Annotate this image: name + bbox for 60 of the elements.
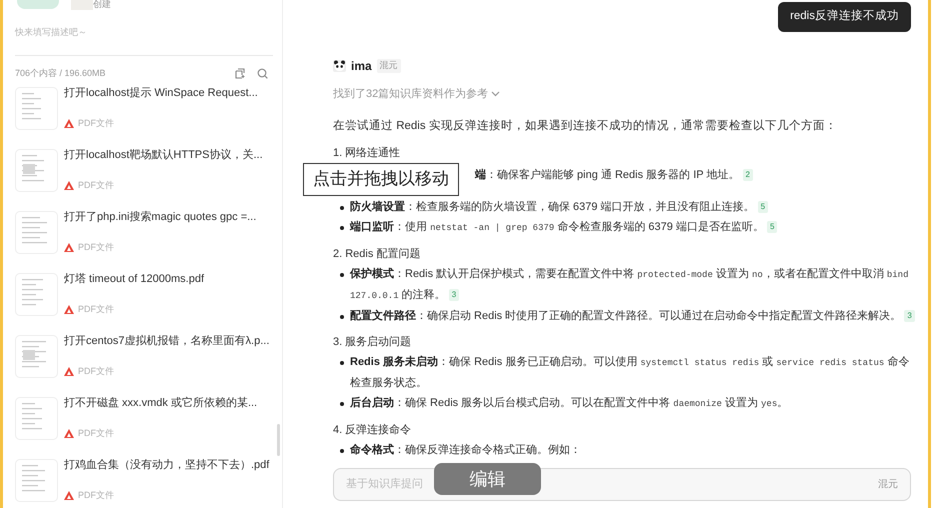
citation-badge[interactable]: 3	[904, 310, 915, 322]
document-thumbnail	[15, 459, 58, 502]
content-summary: 706个内容 / 196.60MB	[15, 66, 106, 80]
scrollbar-thumb[interactable]	[277, 424, 280, 456]
chevron-down-icon[interactable]	[491, 91, 500, 98]
file-title[interactable]: 打开了php.ini搜索magic quotes gpc =...	[64, 210, 256, 224]
file-title[interactable]: 打开centos7虚拟机报错，名称里面有λ.p...	[64, 334, 270, 348]
list-item-text: 防火墙设置：检查服务端的防火墙设置，确保 6379 端口开放，并且没有阻止连接。 5	[350, 196, 768, 217]
list-item-text: 命令格式：确保反弹连接命令格式正确。例如：	[350, 442, 581, 458]
file-type: PDF文件	[78, 488, 114, 502]
citation-badge[interactable]: 5	[767, 220, 778, 233]
pdf-icon	[64, 118, 74, 128]
list-item-text: 端：确保客户端能够 ping 通 Redis 服务器的 IP 地址。 2	[475, 164, 753, 185]
file-title[interactable]: 打鸡血合集（没有动力，坚持不下去）.pdf	[64, 458, 270, 472]
pdf-icon	[64, 428, 74, 438]
file-title[interactable]: 灯塔 timeout of 12000ms.pdf	[64, 272, 204, 286]
file-title[interactable]: 打不开磁盘 xxx.vmdk 或它所依赖的某...	[64, 396, 258, 410]
citation-badge[interactable]: 5	[758, 200, 768, 213]
file-type: PDF文件	[78, 426, 114, 440]
assistant-name: ima	[351, 58, 372, 75]
file-title[interactable]: 打开localhost靶场默认HTTPS协议，关...	[64, 148, 263, 162]
file-type: PDF文件	[78, 302, 114, 316]
citation-badge[interactable]: 2	[742, 168, 753, 181]
citation-badge[interactable]: 3	[448, 288, 460, 301]
pdf-icon	[64, 304, 74, 314]
file-title[interactable]: 打开localhost提示 WinSpace Request...	[64, 86, 258, 100]
document-thumbnail	[15, 149, 58, 192]
pdf-icon	[64, 180, 74, 190]
document-thumbnail	[15, 397, 58, 440]
search-icon[interactable]	[257, 68, 268, 79]
edit-tooltip: 编辑	[434, 463, 541, 495]
file-type: PDF文件	[78, 116, 114, 130]
document-thumbnail	[15, 335, 58, 378]
panda-icon	[333, 60, 346, 72]
file-type: PDF文件	[78, 178, 114, 192]
list-item-text: Redis 服务未启动：确保 Redis 服务已正确启动。可以使用 systemctl status redis 或 service redis status 命令检查服务状态。	[350, 354, 910, 391]
section-heading: 3. 服务启动问题	[333, 334, 412, 350]
drag-hint-tooltip: 点击并拖拽以移动	[303, 162, 459, 196]
description-text: 快来填写描述吧～	[15, 26, 88, 39]
intro-paragraph: 在尝试通过 Redis 实现反弹连接时，如果遇到连接不成功的情况，通常需要检查以下几个方面：	[333, 118, 838, 134]
model-selector[interactable]: 混元	[878, 477, 898, 492]
file-type: PDF文件	[78, 364, 114, 378]
list-item-text: 端口监听：使用 netstat -an | grep 6379 命令检查服务端的 6379 端口是否在监听。 5	[350, 216, 778, 238]
document-thumbnail	[15, 87, 58, 130]
add-document-icon[interactable]	[235, 68, 246, 79]
file-type: PDF文件	[78, 240, 114, 254]
pdf-icon	[64, 490, 74, 500]
sources-toggle[interactable]: 找到了32篇知识库资料作为参考	[333, 86, 500, 102]
pdf-icon	[64, 242, 74, 252]
list-item-text: 后台启动：确保 Redis 服务以后台模式启动。可以在配置文件中将 daemonize 设置为 yes。	[350, 396, 788, 411]
model-tag: 混元	[376, 59, 401, 73]
section-heading: 1. 网络连通性	[333, 146, 402, 161]
list-item-text: 保护模式：Redis 默认开启保护模式，需要在配置文件中将 protected-mode 设置为 no，或者在配置文件中取消 bind 127.0.0.1 的注释。 3	[350, 266, 910, 303]
user-message: redis反弹连接不成功	[778, 2, 911, 32]
section-heading: 4. 反弹连接命令	[333, 422, 412, 438]
document-thumbnail	[15, 273, 58, 316]
pdf-icon	[64, 366, 74, 376]
document-thumbnail	[15, 211, 58, 254]
list-item-text: 配置文件路径：确保启动 Redis 时使用了正确的配置文件路径。可以通过在启动命令中指定配置文件路径来解决。 3	[350, 306, 915, 326]
section-heading: 2. Redis 配置问题	[333, 246, 422, 262]
